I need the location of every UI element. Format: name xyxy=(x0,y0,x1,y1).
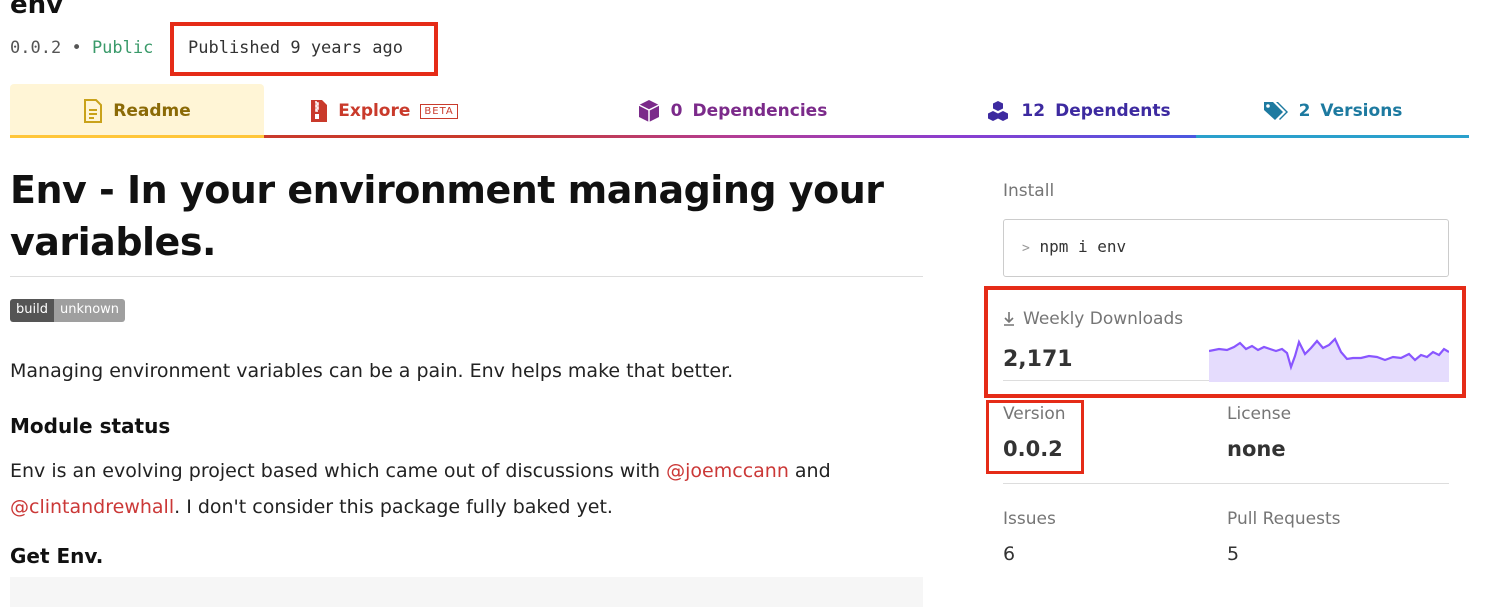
stats-divider xyxy=(1003,483,1449,484)
package-name: env xyxy=(10,0,64,20)
tab-readme[interactable]: Readme xyxy=(10,84,264,138)
tab-dependents[interactable]: 12 Dependents xyxy=(960,84,1196,138)
tab-readme-label: Readme xyxy=(113,101,191,121)
highlight-box-downloads xyxy=(984,286,1466,398)
issues-label: Issues xyxy=(1003,509,1056,529)
module-status-text: Env is an evolving project based which c… xyxy=(10,453,910,525)
build-status-badge[interactable]: build unknown xyxy=(10,299,126,322)
tab-dependencies-count: 0 xyxy=(670,101,683,121)
badge-right-label: unknown xyxy=(53,299,126,322)
license-value: none xyxy=(1227,437,1286,461)
module-status-heading: Module status xyxy=(10,414,171,438)
tab-versions[interactable]: 2 Versions xyxy=(1196,84,1469,138)
prompt-chevron-icon: > xyxy=(1022,241,1030,256)
get-env-heading: Get Env. xyxy=(10,544,104,568)
zip-file-icon xyxy=(311,100,328,122)
status-text-part: Env is an evolving project based which c… xyxy=(10,460,667,482)
status-text-part: . I don't consider this package fully ba… xyxy=(174,496,613,518)
boxes-icon xyxy=(988,101,1009,121)
visibility-label: Public xyxy=(91,38,154,58)
readme-doc-icon xyxy=(84,99,103,123)
box-icon xyxy=(638,100,660,122)
license-label: License xyxy=(1227,404,1292,424)
beta-badge: BETA xyxy=(420,103,458,119)
pull-requests-count[interactable]: 5 xyxy=(1227,543,1239,565)
badge-left-label: build xyxy=(10,299,54,322)
tab-dependents-label: Dependents xyxy=(1055,101,1171,121)
install-command-text: npm i env xyxy=(1039,237,1127,256)
readme-intro: Managing environment variables can be a … xyxy=(10,360,734,382)
status-text-part: and xyxy=(788,460,831,482)
tab-dependencies-label: Dependencies xyxy=(692,101,828,121)
install-label: Install xyxy=(1003,181,1055,201)
mention-link-clintandrewhall[interactable]: @clintandrewhall xyxy=(10,496,174,518)
package-version: 0.0.2 xyxy=(10,38,62,58)
meta-separator: • xyxy=(71,38,82,58)
tags-icon xyxy=(1263,102,1288,120)
tab-dependents-count: 12 xyxy=(1021,101,1046,121)
highlight-box-version xyxy=(986,400,1084,474)
package-meta: 0.0.2 • Public xyxy=(10,38,153,58)
code-block xyxy=(10,577,923,607)
tab-versions-label: Versions xyxy=(1320,101,1403,121)
package-tabs: Readme Explore BETA 0 Dependencies 12 De… xyxy=(10,84,1469,138)
highlight-box-published xyxy=(170,22,438,76)
mention-link-joemccann[interactable]: @joemccann xyxy=(666,460,789,482)
install-command[interactable]: > npm i env xyxy=(1022,237,1126,256)
issues-count[interactable]: 6 xyxy=(1003,543,1015,565)
tab-dependencies[interactable]: 0 Dependencies xyxy=(504,84,960,138)
pull-requests-label: Pull Requests xyxy=(1227,509,1341,529)
tab-explore[interactable]: Explore BETA xyxy=(264,84,504,138)
title-divider xyxy=(10,276,923,277)
tab-explore-label: Explore xyxy=(338,101,411,121)
readme-title: Env - In your environment managing your … xyxy=(10,168,884,264)
tab-versions-count: 2 xyxy=(1298,101,1311,121)
